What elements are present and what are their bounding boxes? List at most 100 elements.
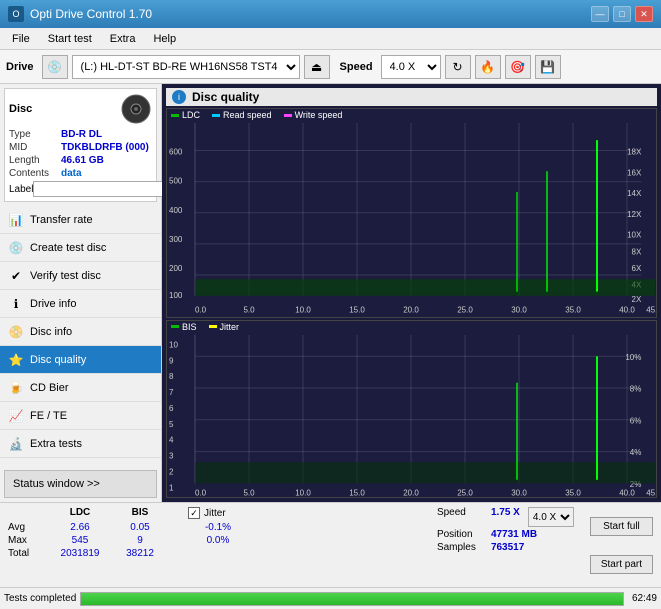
titlebar: O Opti Drive Control 1.70 — □ ✕ xyxy=(0,0,661,28)
nav-menu: 📊 Transfer rate 💿 Create test disc ✔ Ver… xyxy=(0,206,161,466)
speed-row: Speed 1.75 X 4.0 X xyxy=(437,507,574,527)
jitter-legend-color xyxy=(209,325,217,328)
jitter-checkbox[interactable]: ✓ xyxy=(188,507,200,519)
refresh-button[interactable]: ↻ xyxy=(445,55,471,79)
svg-text:10.0: 10.0 xyxy=(295,305,311,314)
jitter-header: Jitter xyxy=(204,508,226,519)
burn-button[interactable]: 🔥 xyxy=(475,55,501,79)
disc-type-value: BD-R DL xyxy=(61,129,102,140)
start-part-button[interactable]: Start part xyxy=(590,555,653,574)
stats-bis-header: BIS xyxy=(110,507,170,519)
sidebar-item-disc-info[interactable]: 📀 Disc info xyxy=(0,318,161,346)
sidebar-item-cd-bier[interactable]: 🍺 CD Bier xyxy=(0,374,161,402)
menu-file[interactable]: File xyxy=(4,31,38,47)
disc-type-row: Type BD-R DL xyxy=(9,129,152,140)
drive-select[interactable]: (L:) HL-DT-ST BD-RE WH16NS58 TST4 xyxy=(72,55,300,79)
nav-transfer-rate-label: Transfer rate xyxy=(30,214,93,226)
disc-mid-row: MID TDKBLDRFB (000) xyxy=(9,142,152,153)
titlebar-controls: — □ ✕ xyxy=(591,6,653,22)
disc-section-title: Disc xyxy=(9,103,32,115)
menu-help[interactable]: Help xyxy=(145,31,184,47)
status-window-button[interactable]: Status window >> xyxy=(4,470,157,498)
svg-text:6%: 6% xyxy=(630,416,642,425)
svg-text:5: 5 xyxy=(169,419,174,428)
read-speed-legend-label: Read speed xyxy=(223,110,272,120)
menu-start-test[interactable]: Start test xyxy=(40,31,100,47)
svg-text:2: 2 xyxy=(169,467,174,476)
maximize-button[interactable]: □ xyxy=(613,6,631,22)
sidebar-item-create-test-disc[interactable]: 💿 Create test disc xyxy=(0,234,161,262)
svg-text:500: 500 xyxy=(169,177,183,186)
sidebar-item-verify-test-disc[interactable]: ✔ Verify test disc xyxy=(0,262,161,290)
svg-text:30.0: 30.0 xyxy=(511,488,527,497)
sidebar-item-drive-info[interactable]: ℹ Drive info xyxy=(0,290,161,318)
svg-text:300: 300 xyxy=(169,235,183,244)
nav-verify-label: Verify test disc xyxy=(30,270,101,282)
sidebar-item-disc-quality[interactable]: ⭐ Disc quality xyxy=(0,346,161,374)
test-button[interactable]: 🎯 xyxy=(505,55,531,79)
svg-text:4: 4 xyxy=(169,435,174,444)
svg-text:2X: 2X xyxy=(632,295,642,304)
svg-text:7: 7 xyxy=(169,388,174,397)
extra-tests-icon: 🔬 xyxy=(8,436,24,452)
samples-label: Samples xyxy=(437,542,487,553)
action-buttons: Start full Start part xyxy=(582,503,661,587)
speed-select[interactable]: 4.0 X xyxy=(381,55,441,79)
app-title: Opti Drive Control 1.70 xyxy=(30,7,152,21)
samples-row: Samples 763517 xyxy=(437,542,574,553)
svg-text:6X: 6X xyxy=(632,264,642,273)
ldc-legend-label: LDC xyxy=(182,110,200,120)
disc-svg-icon xyxy=(120,93,152,125)
svg-text:45.0: 45.0 xyxy=(646,305,656,314)
menu-extra[interactable]: Extra xyxy=(102,31,144,47)
right-panel: i Disc quality LDC Read speed Write spee… xyxy=(162,84,661,502)
bis-chart-svg: 10 9 8 7 6 5 4 3 2 1 10% 8% 6% 4% 2% 0.0… xyxy=(167,321,656,497)
ldc-legend-item: LDC xyxy=(171,110,200,120)
svg-text:5.0: 5.0 xyxy=(243,488,255,497)
write-speed-legend-item: Write speed xyxy=(284,110,343,120)
svg-text:25.0: 25.0 xyxy=(457,305,473,314)
read-speed-legend-item: Read speed xyxy=(212,110,272,120)
disc-contents-row: Contents data xyxy=(9,168,152,179)
status-time: 62:49 xyxy=(632,593,657,604)
svg-text:40.0: 40.0 xyxy=(619,488,635,497)
drive-icon-btn[interactable]: 💿 xyxy=(42,55,68,79)
nav-create-label: Create test disc xyxy=(30,242,106,254)
save-button[interactable]: 💾 xyxy=(535,55,561,79)
svg-text:4%: 4% xyxy=(630,448,642,457)
sidebar-item-transfer-rate[interactable]: 📊 Transfer rate xyxy=(0,206,161,234)
eject-button[interactable]: ⏏ xyxy=(304,55,330,79)
speed-label: Speed xyxy=(340,61,373,73)
disc-label-input[interactable] xyxy=(33,181,171,197)
progress-bar-fill xyxy=(81,593,623,605)
svg-text:35.0: 35.0 xyxy=(565,305,581,314)
stats-total-row: Total 2031819 38212 xyxy=(8,548,421,559)
status-text: Tests completed xyxy=(4,593,76,604)
speed-dropdown[interactable]: 4.0 X xyxy=(528,507,574,527)
svg-text:6: 6 xyxy=(169,404,174,413)
minimize-button[interactable]: — xyxy=(591,6,609,22)
close-button[interactable]: ✕ xyxy=(635,6,653,22)
disc-length-label: Length xyxy=(9,155,61,166)
fe-te-icon: 📈 xyxy=(8,408,24,424)
bis-legend: BIS Jitter xyxy=(167,321,656,333)
svg-text:100: 100 xyxy=(169,291,183,300)
start-full-button[interactable]: Start full xyxy=(590,517,653,536)
svg-text:5.0: 5.0 xyxy=(243,305,255,314)
disc-info-icon: 📀 xyxy=(8,324,24,340)
total-ldc-value: 2031819 xyxy=(50,548,110,559)
jitter-section: ✓ Jitter xyxy=(188,507,226,519)
svg-text:16X: 16X xyxy=(627,168,642,177)
stats-max-row: Max 545 9 0.0% xyxy=(8,535,421,546)
svg-text:400: 400 xyxy=(169,206,183,215)
svg-text:20.0: 20.0 xyxy=(403,305,419,314)
write-speed-legend-label: Write speed xyxy=(295,110,343,120)
svg-text:35.0: 35.0 xyxy=(565,488,581,497)
sidebar-item-extra-tests[interactable]: 🔬 Extra tests xyxy=(0,430,161,458)
svg-text:0.0: 0.0 xyxy=(195,488,207,497)
ldc-chart-svg: 600 500 400 300 200 100 18X 16X 14X 12X … xyxy=(167,109,656,317)
svg-text:10.0: 10.0 xyxy=(295,488,311,497)
sidebar-item-fe-te[interactable]: 📈 FE / TE xyxy=(0,402,161,430)
stats-table: LDC BIS ✓ Jitter Avg 2.66 0.05 -0.1% Max… xyxy=(0,503,429,587)
svg-text:8X: 8X xyxy=(632,247,642,256)
